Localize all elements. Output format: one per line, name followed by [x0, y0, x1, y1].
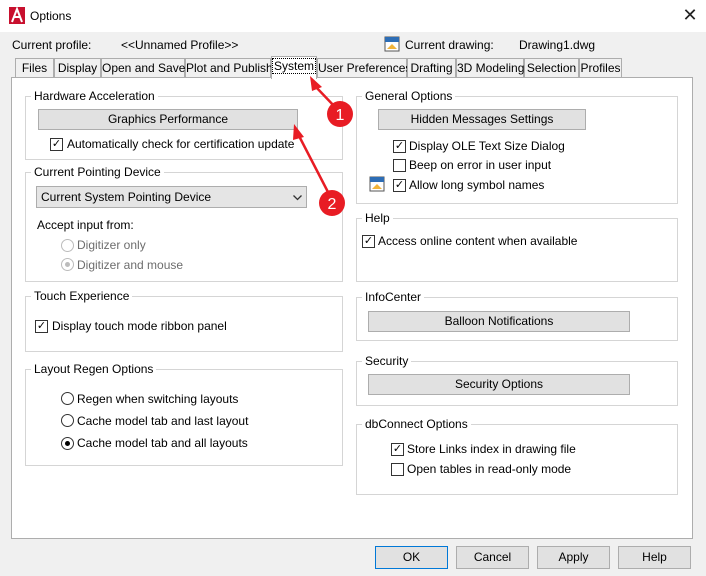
step-marker-1-label: 1 — [336, 107, 345, 124]
step-marker-2-label: 2 — [328, 196, 337, 213]
annotation-overlay: 1 2 — [293, 76, 353, 216]
arrow-to-system-tab — [310, 76, 337, 109]
arrow-to-graphics-button — [293, 124, 331, 195]
